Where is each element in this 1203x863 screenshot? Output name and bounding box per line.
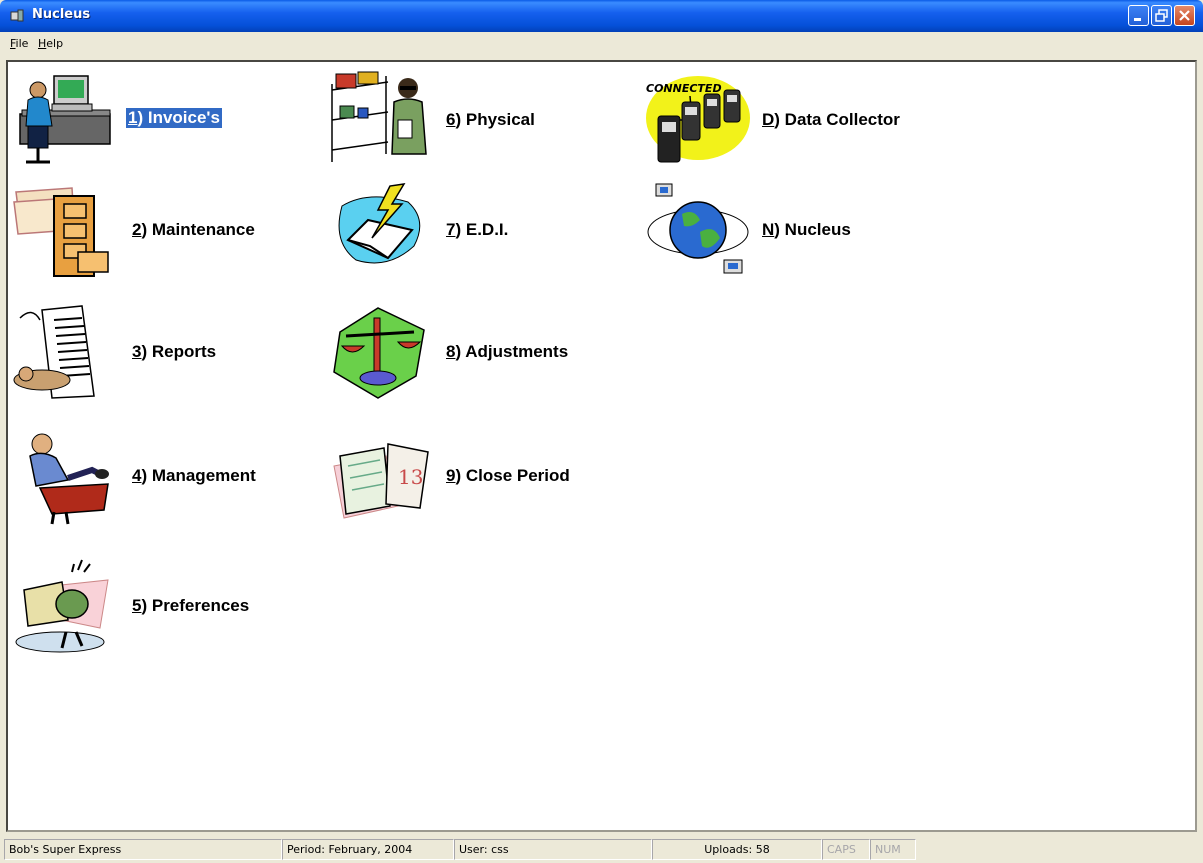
computer-user-icon — [19, 75, 111, 164]
tile-label: 2) Maintenance — [132, 220, 255, 239]
status-num: NUM — [870, 839, 916, 860]
tile-preferences[interactable]: 5) Preferences — [12, 556, 292, 656]
tile-label: D) Data Collector — [762, 110, 900, 129]
tile-maintenance[interactable]: 2) Maintenance — [12, 180, 292, 280]
tile-data-collector[interactable]: CONNECTED D) Data Collector — [644, 70, 944, 170]
preferences-icon — [15, 559, 109, 653]
tile-label: 5) Preferences — [132, 596, 250, 615]
connected-badge: CONNECTED — [646, 82, 722, 95]
app-icon — [10, 9, 24, 22]
status-period: Period: February, 2004 — [282, 839, 454, 860]
tile-label: 1) Invoice's — [126, 108, 222, 128]
close-button[interactable] — [1174, 5, 1195, 26]
main-panel: 1) Invoice's 2) Maintenance 3) Reports 4… — [6, 60, 1197, 832]
title-bar[interactable]: Nucleus — [0, 0, 1203, 32]
minimize-button[interactable] — [1128, 5, 1149, 26]
menu-help-label: elp — [46, 37, 64, 50]
tile-invoices[interactable]: 1) Invoice's — [12, 68, 272, 168]
menu-bar: File Help — [0, 32, 1203, 56]
restore-icon — [1155, 9, 1168, 22]
status-caps: CAPS — [822, 839, 870, 860]
close-icon — [1179, 10, 1190, 21]
tile-label: 6) Physical — [446, 110, 535, 129]
tile-label: 7) E.D.I. — [446, 220, 509, 239]
tile-physical[interactable]: 6) Physical — [328, 70, 568, 170]
tile-label: 8) Adjustments — [446, 342, 569, 361]
restore-button[interactable] — [1151, 5, 1172, 26]
scales-icon — [333, 307, 425, 399]
menu-help[interactable]: Help — [38, 37, 63, 50]
menu-file[interactable]: File — [10, 37, 28, 50]
tile-adjustments[interactable]: 8) Adjustments — [328, 302, 608, 402]
status-bar: Bob's Super Express Period: February, 20… — [0, 835, 1203, 863]
tile-label: 3) Reports — [132, 342, 217, 361]
file-cabinet-icon — [13, 187, 109, 277]
edi-lightning-icon — [338, 183, 421, 264]
globe-network-icon — [647, 183, 749, 274]
menu-file-label: ile — [15, 37, 29, 50]
tile-nucleus[interactable]: N) Nucleus — [644, 180, 904, 280]
tile-label: 9) Close Period — [446, 466, 570, 485]
calendar-book-icon: 13 — [333, 443, 429, 519]
report-printout-icon — [13, 305, 95, 399]
manager-icon — [29, 433, 109, 525]
window-title: Nucleus — [32, 7, 91, 22]
tile-edi[interactable]: 7) E.D.I. — [328, 180, 568, 280]
status-store: Bob's Super Express — [4, 839, 282, 860]
tile-management[interactable]: 4) Management — [12, 426, 292, 526]
tile-close-period[interactable]: 13 9) Close Period — [328, 426, 608, 526]
inventory-shelves-icon — [331, 71, 427, 162]
tile-reports[interactable]: 3) Reports — [12, 302, 272, 402]
data-collector-icon: CONNECTED — [646, 76, 750, 163]
tile-label: 4) Management — [132, 466, 256, 485]
minimize-icon — [1134, 18, 1141, 21]
tile-label: N) Nucleus — [762, 220, 851, 239]
svg-text:13: 13 — [398, 465, 423, 489]
status-user: User: css — [454, 839, 652, 860]
status-uploads: Uploads: 58 — [652, 839, 822, 860]
